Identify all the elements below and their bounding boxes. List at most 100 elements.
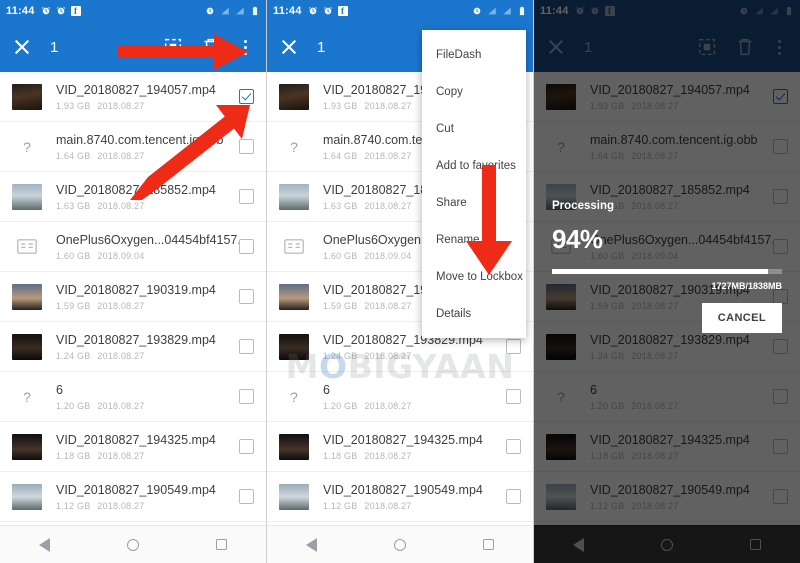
menu-item-add-to-favorites[interactable]: Add to favorites	[422, 147, 526, 184]
menu-item-share[interactable]: Share	[422, 184, 526, 221]
recents-square-icon[interactable]	[209, 532, 235, 558]
table-row[interactable]: ? 6 1.20 GB 2018.08.27	[267, 372, 533, 422]
signal-off-icon	[502, 6, 512, 16]
file-checkbox[interactable]	[239, 489, 254, 504]
file-checkbox[interactable]	[239, 89, 254, 104]
alarm-icon	[308, 6, 318, 16]
file-date: 2018.08.27	[364, 350, 412, 361]
close-selection-button[interactable]	[12, 37, 32, 57]
home-circle-icon[interactable]	[120, 532, 146, 558]
table-row[interactable]: VID_20180827_194057.mp4 1.93 GB 2018.08.27	[0, 72, 266, 122]
file-meta: 6 1.20 GB 2018.08.27	[56, 383, 239, 411]
file-name: 6	[56, 382, 63, 397]
file-checkbox[interactable]	[239, 289, 254, 304]
file-name: VID_20180827_194325.mp4	[323, 432, 483, 447]
file-meta: VID_20180827_185852.mp4 1.63 GB 2018.08.27	[56, 183, 239, 211]
file-size: 1.60 GB	[56, 250, 91, 261]
close-selection-button[interactable]	[279, 37, 299, 57]
status-bar-left-icons: f	[308, 6, 348, 16]
trash-icon[interactable]	[200, 36, 222, 58]
file-checkbox[interactable]	[506, 339, 521, 354]
table-row[interactable]: ? 6 1.20 GB 2018.08.27	[0, 372, 266, 422]
screenshot-triptych: 11:44 f 1 VID_20180827_194057.mp4 1.93 GB…	[0, 0, 800, 563]
file-size: 1.64 GB	[56, 150, 91, 161]
menu-item-details[interactable]: Details	[422, 295, 526, 332]
file-subtitle: 1.64 GB 2018.08.27	[56, 151, 239, 161]
alarm-icon	[56, 6, 66, 16]
unknown-file-icon: ?	[23, 388, 31, 405]
battery-icon	[250, 6, 260, 16]
file-checkbox[interactable]	[239, 239, 254, 254]
file-size: 1.24 GB	[56, 350, 91, 361]
file-subtitle: 1.12 GB 2018.08.27	[323, 501, 506, 511]
back-triangle-icon[interactable]	[31, 532, 57, 558]
file-size: 1.12 GB	[56, 500, 91, 511]
file-name: VID_20180827_194057.mp4	[56, 82, 216, 97]
menu-item-move-to-lockbox[interactable]: Move to Lockbox	[422, 258, 526, 295]
select-all-icon[interactable]	[162, 36, 184, 58]
file-size: 1.63 GB	[323, 200, 358, 211]
alarm-icon	[41, 6, 51, 16]
table-row[interactable]: ? main.8740.com.tencent.ig.obb 1.64 GB 2018…	[0, 122, 266, 172]
signal-off-icon	[220, 6, 230, 16]
file-name: VID_20180827_194325.mp4	[56, 432, 216, 447]
table-row[interactable]: OnePlus6Oxygen...04454bf4157.zip 1.60 GB 2…	[0, 222, 266, 272]
menu-item-filedash[interactable]: FileDash	[422, 36, 526, 73]
more-vertical-icon[interactable]	[236, 36, 254, 58]
file-name: VID_20180827_185852.mp4	[56, 182, 216, 197]
table-row[interactable]: VID_20180827_194325.mp4 1.18 GB 2018.08.27	[0, 422, 266, 472]
table-row[interactable]: VID_20180827_190549.mp4 1.12 GB 2018.08.27	[0, 472, 266, 522]
file-size: 1.59 GB	[56, 300, 91, 311]
file-size: 1.12 GB	[323, 500, 358, 511]
video-thumb	[279, 333, 309, 360]
file-checkbox[interactable]	[239, 189, 254, 204]
selection-toolbar: 1	[0, 22, 266, 72]
file-checkbox[interactable]	[239, 339, 254, 354]
menu-item-copy[interactable]: Copy	[422, 73, 526, 110]
file-meta: VID_20180827_194325.mp4 1.18 GB 2018.08.27	[56, 433, 239, 461]
file-list: VID_20180827_194057.mp4 1.93 GB 2018.08.27…	[0, 72, 266, 563]
table-row[interactable]: VID_20180827_193829.mp4 1.24 GB 2018.08.27	[0, 322, 266, 372]
file-date: 2018.08.27	[97, 500, 145, 511]
file-checkbox[interactable]	[506, 389, 521, 404]
table-row[interactable]: VID_20180827_190319.mp4 1.59 GB 2018.08.27	[0, 272, 266, 322]
file-checkbox[interactable]	[239, 439, 254, 454]
file-name: main.8740.com.tencent.ig.obb	[56, 132, 224, 147]
back-triangle-icon[interactable]	[298, 532, 324, 558]
file-date: 2018.08.27	[364, 400, 412, 411]
navigation-bar	[0, 525, 266, 563]
progress-percent-label: 94%	[552, 224, 603, 254]
table-row[interactable]: VID_20180827_190549.mp4 1.12 GB 2018.08.27	[267, 472, 533, 522]
file-meta: VID_20180827_190549.mp4 1.12 GB 2018.08.27	[323, 483, 506, 511]
table-row[interactable]: VID_20180827_185852.mp4 1.63 GB 2018.08.27	[0, 172, 266, 222]
file-size: 1.93 GB	[323, 100, 358, 111]
file-checkbox[interactable]	[239, 389, 254, 404]
file-name: VID_20180827_190549.mp4	[56, 482, 216, 497]
home-circle-icon[interactable]	[387, 532, 413, 558]
cancel-button[interactable]: CANCEL	[701, 303, 782, 333]
table-row[interactable]: VID_20180827_194325.mp4 1.18 GB 2018.08.27	[267, 422, 533, 472]
status-bar-time: 11:44	[273, 5, 302, 17]
alarm-icon	[323, 6, 333, 16]
file-checkbox[interactable]	[239, 139, 254, 154]
file-meta: 6 1.20 GB 2018.08.27	[323, 383, 506, 411]
video-thumb	[279, 433, 309, 460]
video-thumb	[12, 433, 42, 460]
file-checkbox[interactable]	[506, 439, 521, 454]
video-thumb	[12, 183, 42, 210]
facebook-icon: f	[337, 6, 348, 16]
file-size: 1.93 GB	[56, 100, 91, 111]
alarm-icon	[205, 6, 215, 16]
unknown-file-icon: ?	[23, 138, 31, 155]
file-checkbox[interactable]	[506, 489, 521, 504]
menu-item-rename[interactable]: Rename	[422, 221, 526, 258]
file-meta: VID_20180827_194057.mp4 1.93 GB 2018.08.27	[56, 83, 239, 111]
video-thumb	[279, 183, 309, 210]
recents-square-icon[interactable]	[476, 532, 502, 558]
panel-processing-dialog: 11:44 f 1 VID_20180827_194057.mp41.93 GB…	[534, 0, 800, 563]
signal-off-icon	[235, 6, 245, 16]
panel-overflow-menu-open: 11:44 f 1 VID_20180827_194057.mp4 1.93 GB…	[267, 0, 534, 563]
zip-file-icon	[279, 234, 309, 260]
file-name: OnePlus6Oxygen...04454bf4157.zip	[56, 232, 239, 247]
menu-item-cut[interactable]: Cut	[422, 110, 526, 147]
